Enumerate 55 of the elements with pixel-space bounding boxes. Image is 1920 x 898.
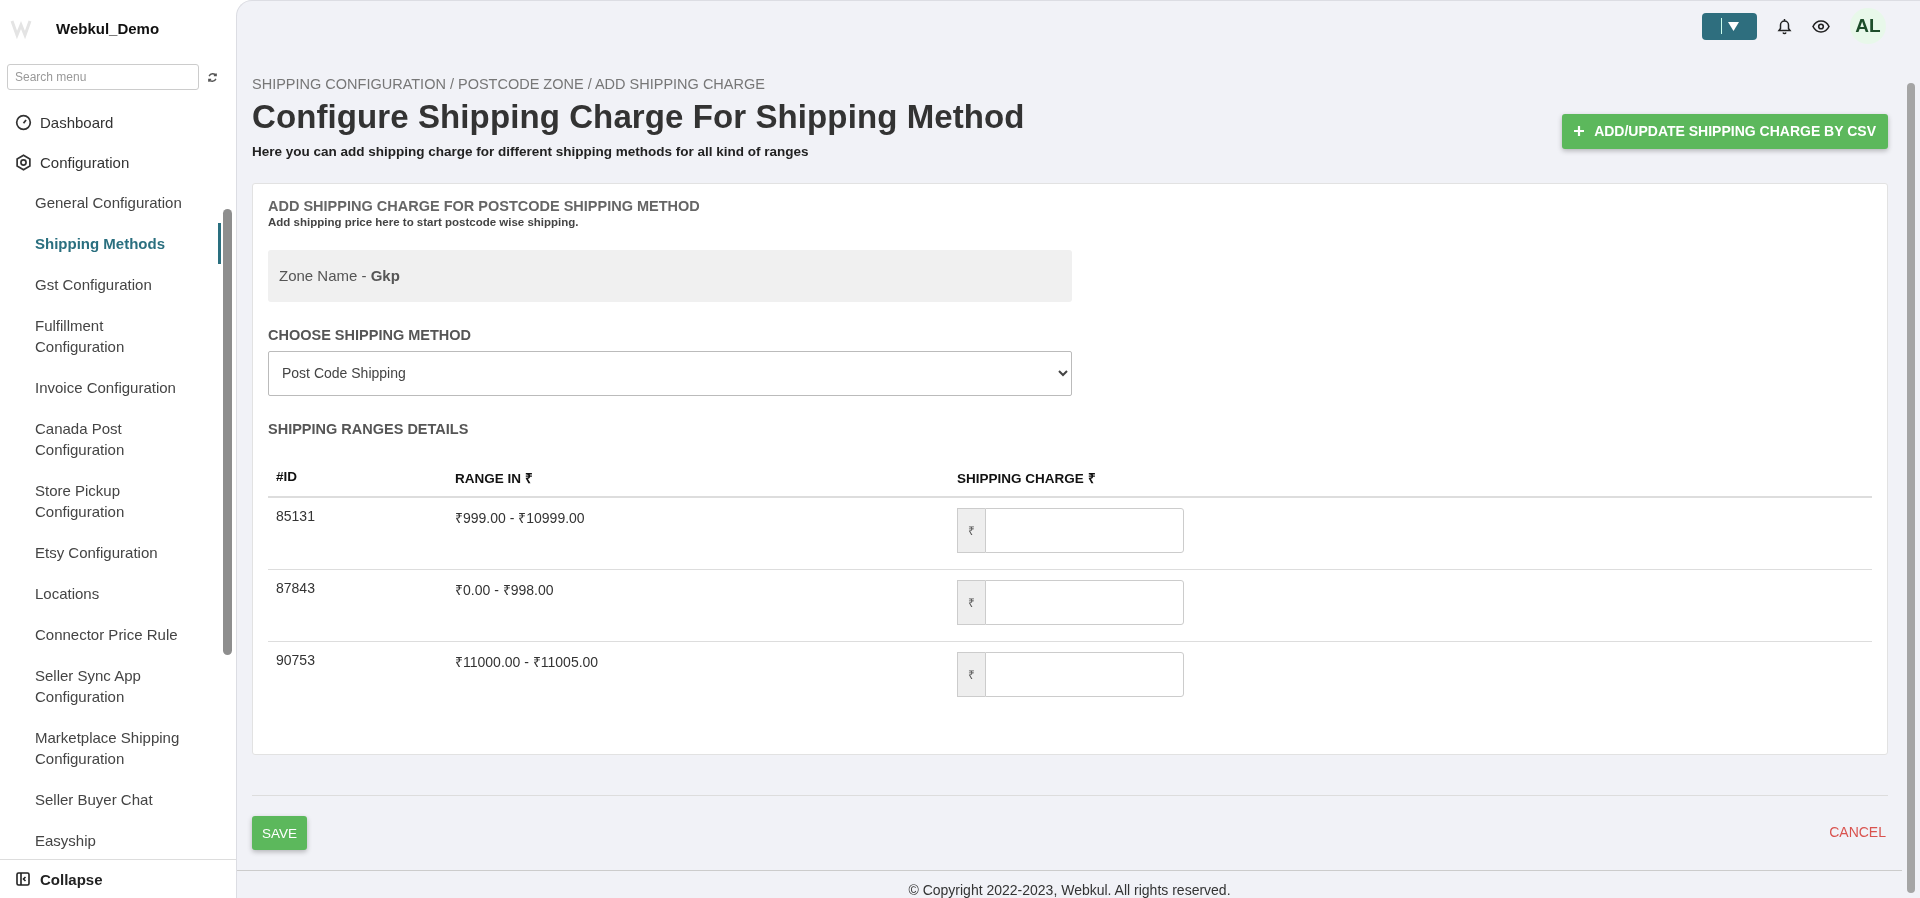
caret-icon bbox=[1727, 21, 1739, 31]
column-header: RANGE IN ₹ bbox=[447, 460, 949, 498]
table-cell: ₹999.00 - ₹10999.00 bbox=[447, 497, 949, 570]
sidebar-subitem[interactable]: Canada Post Configuration bbox=[0, 408, 221, 470]
column-header: #ID bbox=[268, 460, 447, 498]
copyright-text: © Copyright 2022-2023, Webkul. All rights reserved. bbox=[237, 870, 1902, 898]
sidebar-subitem[interactable]: Seller Sync App Configuration bbox=[0, 655, 221, 717]
section-title: SHIPPING RANGES DETAILS bbox=[268, 420, 470, 437]
scrollbar-thumb[interactable] bbox=[223, 209, 232, 655]
sidebar-subitem[interactable]: Locations bbox=[0, 573, 221, 614]
sidebar-subitem[interactable]: Gst Configuration bbox=[0, 264, 221, 305]
table-cell: ₹0.00 - ₹998.00 bbox=[447, 569, 949, 642]
cancel-link[interactable]: CANCEL bbox=[1829, 824, 1886, 840]
sidebar-subitem[interactable]: Marketplace Shipping Configuration bbox=[0, 717, 221, 779]
table-cell-text: ₹11000.00 - ₹11005.00 bbox=[454, 652, 600, 672]
search-field[interactable]: Search menu bbox=[7, 64, 199, 90]
sidebar-subitem[interactable]: Fulfillment Configuration bbox=[0, 305, 221, 367]
dropdown-button[interactable] bbox=[1702, 12, 1757, 40]
sidebar-subitem[interactable]: General Configuration bbox=[0, 182, 221, 223]
zone-name: Zone Name - Gkp bbox=[279, 267, 400, 285]
settings-icon bbox=[15, 153, 32, 171]
charge-input[interactable] bbox=[985, 651, 1184, 697]
collapse-icon bbox=[16, 872, 30, 886]
table-cell: 87843 bbox=[268, 569, 447, 642]
dashboard-icon bbox=[15, 113, 32, 131]
bell-icon[interactable] bbox=[1777, 17, 1792, 35]
user-avatar[interactable]: AL bbox=[1850, 8, 1886, 45]
page-title: Configure Shipping Charge For Shipping Method bbox=[252, 97, 1025, 136]
eye-icon[interactable] bbox=[1812, 19, 1830, 33]
page-subtitle: Here you can add shipping charge for different shipping methods for all kind of ranges bbox=[252, 143, 810, 159]
card-heading: ADD SHIPPING CHARGE FOR POSTCODE SHIPPING METHOD bbox=[268, 197, 701, 214]
card-note: Add shipping price here to start postcode wise shipping. bbox=[268, 215, 580, 228]
column-header: SHIPPING CHARGE ₹ bbox=[949, 460, 1872, 498]
charge-input[interactable] bbox=[985, 507, 1184, 553]
plus-icon bbox=[1574, 126, 1585, 137]
charge-input[interactable] bbox=[985, 579, 1184, 625]
table-cell: 85131 bbox=[268, 497, 447, 570]
sidebar-subitem[interactable]: Etsy Configuration bbox=[0, 532, 221, 573]
sidebar-item[interactable]: Configuration bbox=[0, 142, 221, 182]
table-cell-text: 90753 bbox=[275, 650, 316, 670]
app-name: Webkul_Demo bbox=[56, 19, 160, 37]
field-label: CHOOSE SHIPPING METHOD bbox=[268, 326, 473, 343]
scrollbar-thumb[interactable] bbox=[1907, 83, 1915, 893]
sidebar-item[interactable]: Dashboard bbox=[0, 102, 221, 142]
sidebar-subitem[interactable]: Seller Buyer Chat bbox=[0, 779, 221, 820]
currency-addon: ₹ bbox=[957, 507, 985, 553]
sidebar-subitem[interactable]: Easyship bbox=[0, 820, 221, 861]
shipping-method-select[interactable]: Post Code Shipping bbox=[268, 350, 1072, 396]
sidebar-subitem[interactable]: Invoice Configuration bbox=[0, 367, 221, 408]
sidebar-subitem[interactable]: Connector Price Rule bbox=[0, 614, 221, 655]
currency-addon: ₹ bbox=[957, 651, 985, 697]
sidebar-subitem[interactable]: Store Pickup Configuration bbox=[0, 470, 221, 532]
currency-addon: ₹ bbox=[957, 579, 985, 625]
refresh-icon[interactable] bbox=[207, 71, 218, 83]
breadcrumb: SHIPPING CONFIGURATION / POSTCODE ZONE / ADD SHIPPING CHARGE bbox=[252, 75, 766, 92]
